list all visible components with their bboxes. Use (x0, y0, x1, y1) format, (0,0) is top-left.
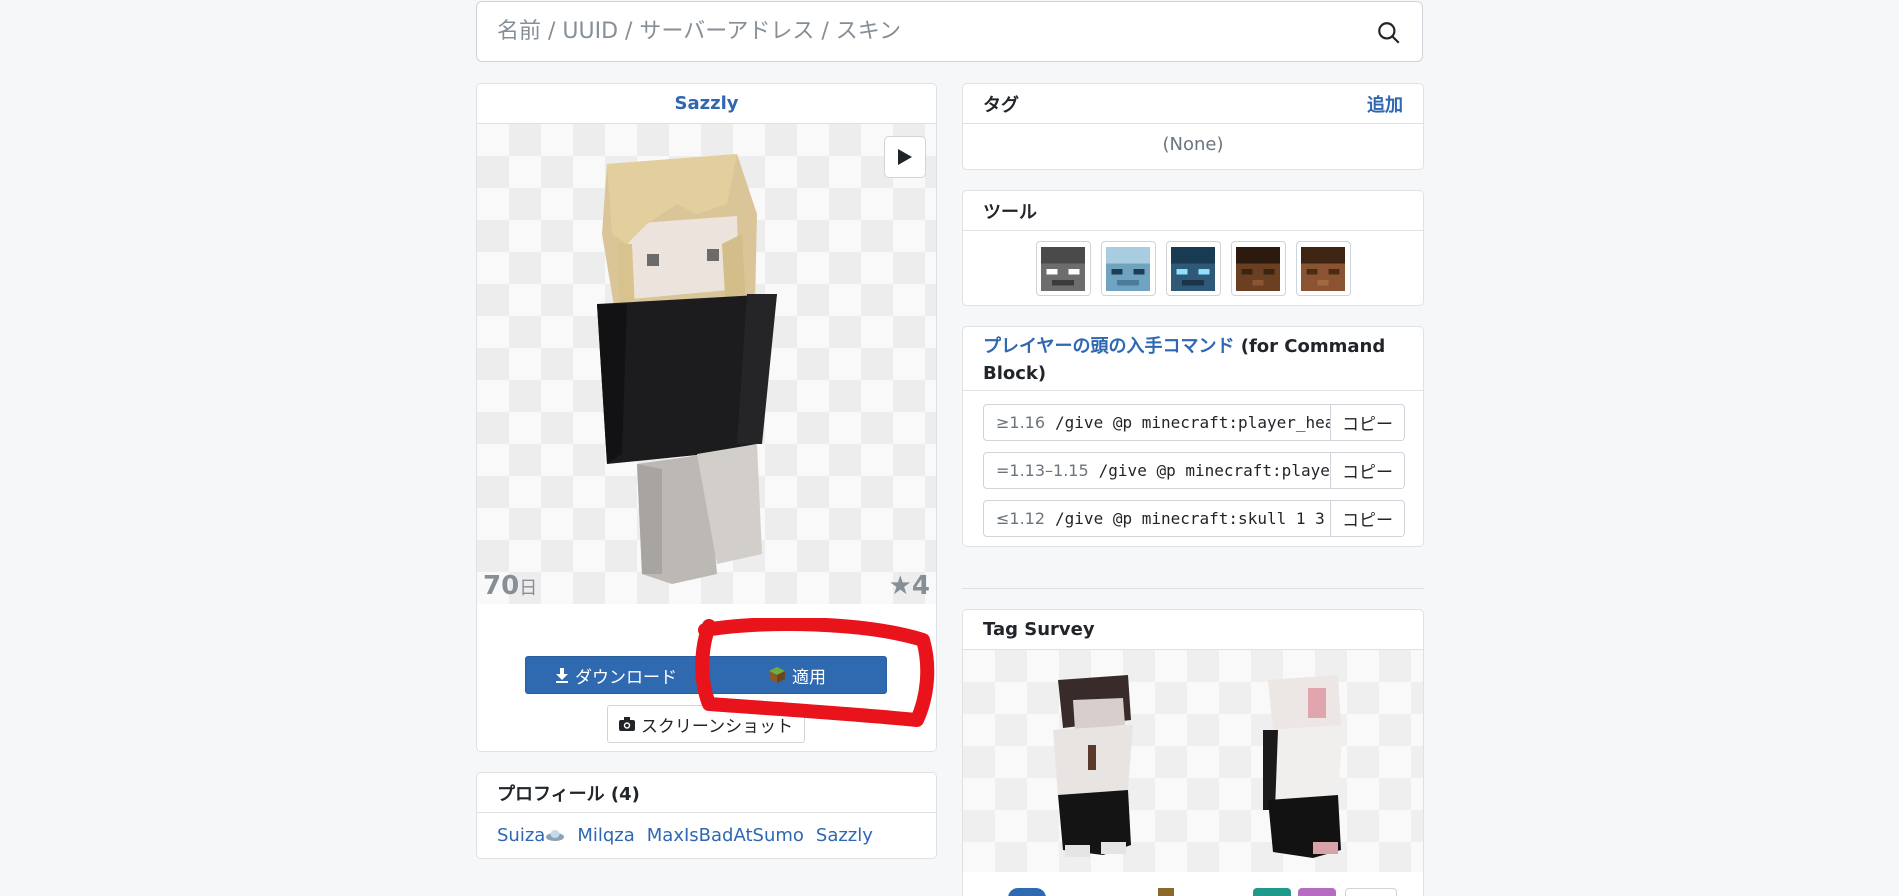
action-buttons: ダウンロード 適用 (525, 656, 887, 694)
tool-head-lightblue[interactable] (1100, 241, 1156, 296)
command-code: /give @p minecraft:player_head (1098, 461, 1330, 480)
copy-button[interactable]: コピー (1330, 501, 1404, 536)
profile-name: Suiza (497, 825, 546, 846)
tag-none-text: (None) (1162, 134, 1224, 155)
command-version: ≤1.12 (996, 509, 1046, 528)
tool-head-darkblue[interactable] (1165, 241, 1221, 296)
command-code: /give @p minecraft:player_head (1055, 413, 1330, 432)
command-row: ≤1.12/give @p minecraft:skull 1 3 コピー (983, 500, 1405, 537)
profile-name: Milqza (577, 825, 635, 846)
search-bar (476, 1, 1423, 62)
skin-age: 70日 (483, 571, 537, 601)
tools-card: ツール (962, 190, 1424, 306)
days-unit: 日 (519, 578, 538, 599)
copy-button[interactable]: コピー (1330, 405, 1404, 440)
profile-name-link[interactable]: Suiza (497, 825, 565, 846)
camera-icon (618, 717, 635, 731)
command-card: プレイヤーの頭の入手コマンド (for Command Block) ≥1.16… (962, 326, 1424, 547)
profile-name-link[interactable]: Milqza (577, 825, 634, 846)
apply-label: 適用 (792, 667, 826, 688)
search-input[interactable] (477, 2, 1337, 61)
head-tan-icon (1301, 246, 1345, 291)
tag-title: タグ (983, 94, 1019, 116)
profile-name: Sazzly (815, 825, 873, 846)
add-tag-link[interactable]: 追加 (1367, 91, 1403, 117)
profile-name-link[interactable]: MaxIsBadAtSumo (647, 825, 804, 846)
profile-title: プロフィール (4) (477, 773, 936, 813)
tool-head-gray[interactable] (1035, 241, 1091, 296)
play-icon (898, 149, 912, 165)
command-text[interactable]: ≤1.12/give @p minecraft:skull 1 3 (984, 501, 1330, 536)
search-icon[interactable] (1376, 20, 1402, 46)
command-title-link[interactable]: プレイヤーの頭の入手コマンド (983, 336, 1234, 357)
head-gray-icon (1041, 246, 1085, 291)
profile-name: MaxIsBadAtSumo (646, 825, 804, 846)
skin-name[interactable]: Sazzly (477, 84, 936, 124)
ufo-icon (546, 829, 565, 841)
download-button[interactable]: ダウンロード (525, 656, 707, 694)
survey-skin-right[interactable] (1253, 670, 1353, 870)
survey-tag-chip-teal[interactable] (1253, 888, 1291, 896)
command-row: ≥1.16/give @p minecraft:player_head コピー (983, 404, 1405, 441)
command-version: ≥1.16 (996, 413, 1046, 432)
command-row: =1.13–1.15/give @p minecraft:player_head… (983, 452, 1405, 489)
grass-block-icon (768, 666, 786, 684)
command-text[interactable]: ≥1.16/give @p minecraft:player_head (984, 405, 1330, 440)
tag-card: タグ 追加 (None) (962, 83, 1424, 170)
tag-survey-card: Tag Survey (962, 609, 1424, 896)
head-lightblue-icon (1106, 246, 1150, 291)
play-button[interactable] (884, 136, 926, 178)
head-brown-icon (1236, 246, 1280, 291)
skin-card: Sazzly 70日 ★4 ダウンロード 適用 スクリーンショット (476, 83, 937, 752)
tool-list (963, 231, 1423, 296)
command-text[interactable]: =1.13–1.15/give @p minecraft:player_head (984, 453, 1330, 488)
survey-tag-chip-purple[interactable] (1298, 888, 1336, 896)
survey-item-icon (1158, 888, 1174, 896)
tool-head-brown[interactable] (1230, 241, 1286, 296)
tools-title: ツール (963, 191, 1423, 231)
star-count[interactable]: ★4 (889, 571, 930, 601)
download-label: ダウンロード (575, 667, 677, 688)
survey-more-button[interactable] (1345, 888, 1397, 896)
tag-header: タグ 追加 (963, 84, 1423, 124)
apply-button[interactable]: 適用 (707, 656, 887, 694)
copy-button[interactable]: コピー (1330, 453, 1404, 488)
profile-card: プロフィール (4) Suiza Milqza MaxIsBadAtSumo S… (476, 772, 937, 859)
survey-title: Tag Survey (963, 610, 1423, 650)
screenshot-button[interactable]: スクリーンショット (607, 705, 805, 743)
profile-name-link[interactable]: Sazzly (816, 825, 873, 846)
command-version: =1.13–1.15 (996, 461, 1089, 480)
survey-skin-left[interactable] (1043, 670, 1143, 870)
skin-3d-model (597, 154, 777, 584)
section-divider (962, 588, 1424, 589)
tool-head-tan[interactable] (1295, 241, 1351, 296)
command-code: /give @p minecraft:skull 1 3 (1055, 509, 1325, 528)
survey-skins (963, 650, 1423, 872)
profile-list: Suiza Milqza MaxIsBadAtSumo Sazzly (477, 813, 936, 858)
screenshot-label: スクリーンショット (640, 716, 794, 737)
skin-viewer[interactable] (477, 124, 936, 604)
head-darkblue-icon (1171, 246, 1215, 291)
command-title: プレイヤーの頭の入手コマンド (for Command Block) (963, 327, 1423, 391)
download-icon (555, 667, 569, 683)
days-value: 70 (483, 571, 520, 601)
survey-vote-button[interactable] (1008, 888, 1046, 896)
